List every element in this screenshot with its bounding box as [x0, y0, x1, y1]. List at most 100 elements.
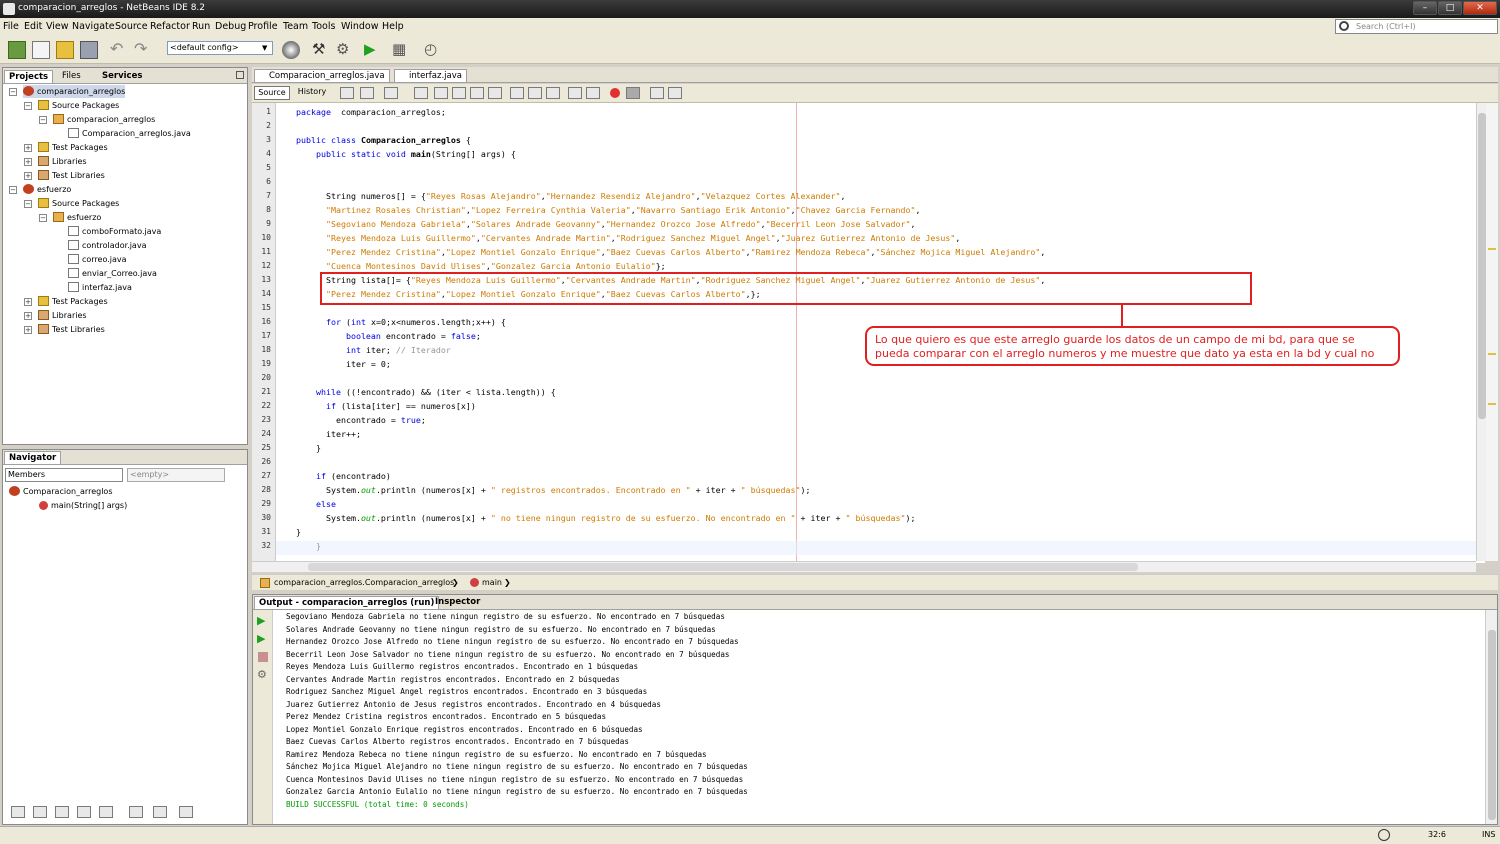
- tree-item[interactable]: comparacion_arreglos: [53, 113, 155, 126]
- horizontal-scroll-thumb[interactable]: [308, 563, 1138, 571]
- config-select[interactable]: <default config>: [167, 41, 273, 55]
- menu-help[interactable]: Help: [382, 21, 404, 32]
- last-edit-icon[interactable]: [340, 87, 354, 99]
- debug-icon[interactable]: ▦: [392, 41, 410, 59]
- filter-icon-4[interactable]: [77, 806, 91, 818]
- expander-icon[interactable]: −: [39, 116, 47, 124]
- code-line[interactable]: while ((!encontrado) && (iter < lista.le…: [296, 385, 556, 399]
- expander-icon[interactable]: +: [24, 312, 32, 320]
- profile-icon[interactable]: ◴: [424, 41, 442, 59]
- search-input[interactable]: Search (Ctrl+I): [1335, 19, 1498, 34]
- next-bookmark-icon[interactable]: [528, 87, 542, 99]
- menu-profile[interactable]: Profile: [248, 21, 278, 32]
- menu-team[interactable]: Team: [283, 21, 308, 32]
- tree-item[interactable]: correo.java: [68, 253, 127, 266]
- tree-item[interactable]: comparacion_arreglos: [23, 85, 126, 98]
- menu-debug[interactable]: Debug: [215, 21, 246, 32]
- tree-item[interactable]: Test Libraries: [38, 323, 105, 336]
- code-line[interactable]: }: [296, 441, 321, 455]
- open-project-icon[interactable]: [56, 41, 74, 59]
- code-line[interactable]: System.out.println (numeros[x] + " regis…: [296, 483, 811, 497]
- navigator-method[interactable]: main(String[] args): [39, 499, 127, 512]
- forward-icon[interactable]: [384, 87, 398, 99]
- tree-item[interactable]: Source Packages: [38, 197, 119, 210]
- breadcrumb-class[interactable]: comparacion_arreglos.Comparacion_arreglo…: [274, 575, 454, 590]
- tab-services[interactable]: Services: [98, 70, 146, 83]
- tree-item[interactable]: controlador.java: [68, 239, 146, 252]
- tree-item[interactable]: Libraries: [38, 309, 87, 322]
- find-next-icon[interactable]: [452, 87, 466, 99]
- tree-item[interactable]: interfaz.java: [68, 281, 132, 294]
- filter-icon-7[interactable]: [153, 806, 167, 818]
- expander-icon[interactable]: +: [24, 326, 32, 334]
- shift-right-icon[interactable]: [586, 87, 600, 99]
- editor-vertical-scrollbar[interactable]: [1476, 103, 1486, 561]
- find-icon[interactable]: [414, 87, 428, 99]
- tree-item[interactable]: esfuerzo: [53, 211, 101, 224]
- menu-tools[interactable]: Tools: [312, 21, 335, 32]
- expander-icon[interactable]: −: [9, 88, 17, 96]
- code-line[interactable]: if (lista[iter] == numeros[x]): [296, 399, 476, 413]
- build-globe-icon[interactable]: [282, 41, 300, 59]
- code-line[interactable]: encontrado = true;: [296, 413, 426, 427]
- expander-icon[interactable]: +: [24, 172, 32, 180]
- code-line[interactable]: "Perez Mendez Cristina", "Lopez Montiel G…: [296, 245, 1045, 259]
- source-button[interactable]: Source: [254, 86, 290, 100]
- run-icon[interactable]: ▶: [364, 41, 382, 59]
- code-line[interactable]: }: [296, 525, 301, 539]
- expander-icon[interactable]: −: [39, 214, 47, 222]
- tree-item[interactable]: enviar_Correo.java: [68, 267, 157, 280]
- tab-interfaz[interactable]: interfaz.java: [394, 69, 467, 82]
- output-scroll-thumb[interactable]: [1488, 630, 1496, 820]
- sort-icon[interactable]: [179, 806, 193, 818]
- menu-refactor[interactable]: Refactor: [150, 21, 190, 32]
- expander-icon[interactable]: −: [9, 186, 17, 194]
- new-file-icon[interactable]: [32, 41, 50, 59]
- tree-item[interactable]: Source Packages: [38, 99, 119, 112]
- code-line[interactable]: String numeros[] = {"Reyes Rosas Alejand…: [296, 189, 846, 203]
- shift-left-icon[interactable]: [568, 87, 582, 99]
- uncomment-icon[interactable]: [668, 87, 682, 99]
- code-line[interactable]: public static void main(String[] args) {: [296, 147, 516, 161]
- settings-icon[interactable]: ⚙: [257, 668, 267, 681]
- clean-build-icon[interactable]: ⚒: [312, 41, 330, 59]
- toggle-rect-select-icon[interactable]: [488, 87, 502, 99]
- tab-comparacion-arreglos[interactable]: Comparacion_arreglos.java: [254, 69, 390, 82]
- members-select[interactable]: Members: [5, 468, 123, 482]
- filter-icon-5[interactable]: [99, 806, 113, 818]
- minimize-button[interactable]: –: [1413, 1, 1437, 15]
- tree-item[interactable]: Libraries: [38, 155, 87, 168]
- code-line[interactable]: int iter; // Iterador: [296, 343, 451, 357]
- rerun-icon[interactable]: ▶: [257, 614, 265, 627]
- code-line[interactable]: public class Comparacion_arreglos {: [296, 133, 471, 147]
- code-line[interactable]: "Segoviano Mendoza Gabriela", "Solares An…: [296, 217, 915, 231]
- output-scrollbar[interactable]: [1485, 610, 1497, 824]
- tree-item[interactable]: Comparacion_arreglos.java: [68, 127, 191, 140]
- warning-mark[interactable]: [1488, 403, 1496, 405]
- code-line[interactable]: "Martinez Rosales Christian", "Lopez Ferr…: [296, 203, 920, 217]
- rerun-params-icon[interactable]: ▶: [257, 632, 265, 645]
- code-line[interactable]: iter = 0;: [296, 357, 391, 371]
- editor-horizontal-scrollbar[interactable]: [252, 561, 1476, 572]
- tab-output[interactable]: Output - comparacion_arreglos (run): [254, 596, 440, 609]
- prev-bookmark-icon[interactable]: [510, 87, 524, 99]
- code-line[interactable]: "Reyes Mendoza Luis Guillermo", "Cervante…: [296, 231, 960, 245]
- find-prev-icon[interactable]: [434, 87, 448, 99]
- maximize-button[interactable]: □: [1438, 1, 1462, 15]
- tree-item[interactable]: Test Packages: [38, 141, 108, 154]
- menu-view[interactable]: View: [46, 21, 69, 32]
- filter-icon-1[interactable]: [11, 806, 25, 818]
- tab-projects[interactable]: Projects: [4, 70, 54, 83]
- minimize-panel-icon[interactable]: [236, 71, 244, 79]
- notifications-icon[interactable]: [1378, 829, 1390, 841]
- history-button[interactable]: History: [294, 86, 330, 100]
- start-macro-icon[interactable]: [610, 88, 620, 98]
- code-line[interactable]: "Cuenca Montesinos David Ulises","Gonzal…: [296, 259, 666, 273]
- menu-navigate[interactable]: Navigate: [72, 21, 115, 32]
- tree-item[interactable]: Test Libraries: [38, 169, 105, 182]
- close-button[interactable]: ✕: [1463, 1, 1497, 15]
- code-line[interactable]: if (encontrado): [296, 469, 391, 483]
- save-all-icon[interactable]: [80, 41, 98, 59]
- filter-icon-3[interactable]: [55, 806, 69, 818]
- menu-file[interactable]: File: [3, 21, 19, 32]
